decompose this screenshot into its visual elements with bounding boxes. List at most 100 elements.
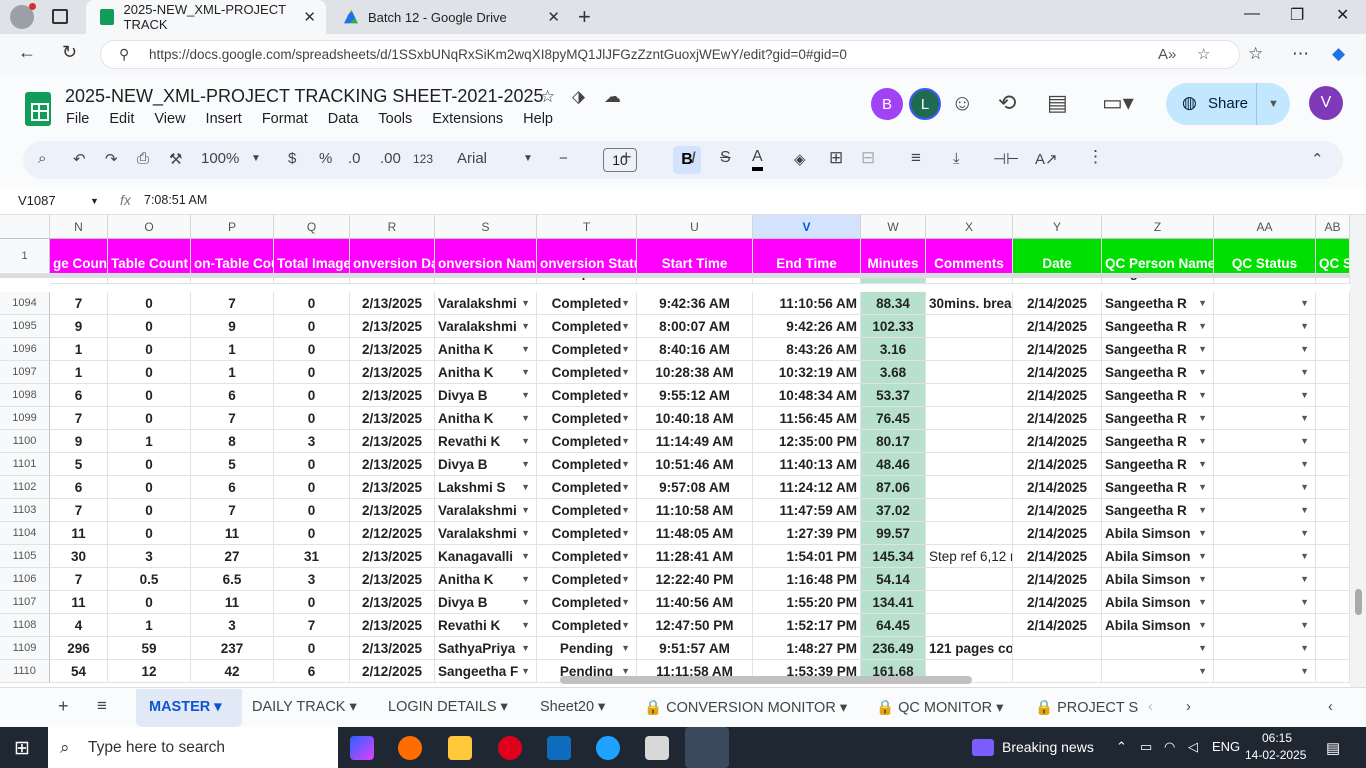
table-cell[interactable]: Revathi K ▼ (435, 614, 537, 637)
cell-dropdown-icon[interactable]: ▼ (1300, 407, 1309, 429)
table-cell[interactable]: 5 (50, 453, 108, 476)
file-explorer-icon[interactable] (448, 736, 472, 760)
favorite-star-icon[interactable]: ☆ (1197, 41, 1210, 68)
table-cell[interactable]: 9:55:12 AM (637, 384, 753, 407)
frozen-row-divider[interactable] (0, 274, 1350, 278)
sheet-tab-project[interactable]: 🔒 PROJECT S (1035, 699, 1138, 716)
table-cell[interactable]: Completed ▼ (537, 430, 637, 453)
table-cell[interactable] (1316, 361, 1350, 384)
table-cell[interactable] (1013, 637, 1102, 660)
site-info-icon[interactable]: ⚲ (119, 41, 129, 68)
table-cell[interactable]: 12:22:40 PM (637, 568, 753, 591)
table-cell[interactable]: Completed ▼ (537, 568, 637, 591)
table-cell[interactable]: 7 (191, 499, 274, 522)
table-cell[interactable]: 0 (108, 384, 191, 407)
table-cell[interactable] (926, 361, 1013, 384)
table-cell[interactable] (926, 614, 1013, 637)
table-cell[interactable]: ▼ (1214, 407, 1316, 430)
table-cell[interactable] (926, 338, 1013, 361)
table-cell[interactable]: Pending ▼ (537, 637, 637, 660)
fill-color-icon[interactable]: ◈ (794, 150, 806, 168)
formula-input[interactable]: 7:08:51 AM (144, 193, 207, 207)
cell-dropdown-icon[interactable]: ▼ (1198, 637, 1207, 659)
close-window-icon[interactable]: ✕ (1336, 5, 1349, 25)
table-cell[interactable]: 0 (274, 453, 350, 476)
cell-dropdown-icon[interactable]: ▼ (521, 292, 530, 314)
column-header-s[interactable]: S (435, 215, 537, 239)
table-cell[interactable]: ▼ (1214, 476, 1316, 499)
cell-dropdown-icon[interactable]: ▼ (521, 614, 530, 636)
table-cell[interactable]: 2/13/2025 (350, 407, 435, 430)
table-cell[interactable]: 2/14/2025 (1013, 453, 1102, 476)
cell-dropdown-icon[interactable]: ▼ (1300, 568, 1309, 590)
cell-dropdown-icon[interactable]: ▼ (521, 637, 530, 659)
cloud-status-icon[interactable]: ☁ (604, 87, 621, 107)
name-box-dropdown-icon[interactable]: ▼ (90, 196, 99, 206)
row-header[interactable]: 1095 (0, 315, 50, 338)
decrease-decimal-button[interactable]: .0 (348, 150, 361, 167)
cell-dropdown-icon[interactable]: ▼ (1300, 315, 1309, 337)
table-cell[interactable]: 2/13/2025 (350, 591, 435, 614)
horizontal-scroll-thumb[interactable] (560, 676, 972, 684)
comments-icon[interactable]: ▤ (1047, 90, 1068, 116)
table-cell[interactable] (1316, 384, 1350, 407)
explore-collapse-icon[interactable]: ‹ (1328, 699, 1333, 715)
sheet-tab-sheet20[interactable]: Sheet20 ▾ (540, 699, 605, 715)
table-cell[interactable]: Sangeetha F ▼ (435, 660, 537, 683)
new-tab-icon[interactable]: + (578, 4, 591, 30)
table-cell[interactable] (1316, 591, 1350, 614)
profile-icon[interactable] (10, 3, 36, 29)
column-header-u[interactable]: U (637, 215, 753, 239)
row-header[interactable]: 1096 (0, 338, 50, 361)
cell-dropdown-icon[interactable]: ▼ (1300, 430, 1309, 452)
table-cell[interactable]: 1:52:17 PM (753, 614, 861, 637)
table-cell[interactable]: 11:10:58 AM (637, 499, 753, 522)
cell-dropdown-icon[interactable]: ▼ (621, 522, 630, 544)
table-cell[interactable]: 0 (274, 315, 350, 338)
table-cell[interactable]: 12:47:50 PM (637, 614, 753, 637)
table-cell[interactable]: ▼ (1214, 660, 1316, 683)
table-cell[interactable]: 0.5 (108, 568, 191, 591)
table-cell[interactable]: 9:51:57 AM (637, 637, 753, 660)
table-cell[interactable]: 2/13/2025 (350, 292, 435, 315)
table-cell[interactable]: 11:28:41 AM (637, 545, 753, 568)
cell-dropdown-icon[interactable]: ▼ (1198, 338, 1207, 360)
vertical-align-icon[interactable]: ⤓ (953, 150, 960, 167)
table-cell[interactable]: 121 pages co (926, 637, 1013, 660)
more-formats-button[interactable]: 123 (413, 152, 433, 166)
table-cell[interactable]: 6 (50, 476, 108, 499)
table-cell[interactable]: 134.41 (861, 591, 926, 614)
zoom-dropdown-icon[interactable]: ▼ (251, 153, 261, 164)
cell-dropdown-icon[interactable]: ▼ (1198, 660, 1207, 682)
table-cell[interactable]: 0 (108, 338, 191, 361)
table-cell[interactable]: 2/14/2025 (1013, 476, 1102, 499)
cell-dropdown-icon[interactable]: ▼ (521, 453, 530, 475)
cell-dropdown-icon[interactable]: ▼ (1300, 476, 1309, 498)
menu-data[interactable]: Data (328, 111, 359, 127)
table-cell[interactable]: 3.68 (861, 361, 926, 384)
table-cell[interactable]: 10:28:38 AM (637, 361, 753, 384)
table-cell[interactable]: Completed ▼ (537, 361, 637, 384)
table-cell[interactable]: 1:48:27 PM (753, 637, 861, 660)
url-field[interactable]: ⚲ https://docs.google.com/spreadsheets/d… (100, 40, 1240, 69)
cell-dropdown-icon[interactable]: ▼ (521, 568, 530, 590)
table-cell[interactable]: 8 (191, 430, 274, 453)
table-cell[interactable]: Varalakshmi ▼ (435, 315, 537, 338)
table-cell[interactable]: 9 (50, 315, 108, 338)
table-cell[interactable]: 1:54:01 PM (753, 545, 861, 568)
table-cell[interactable]: 11 (191, 591, 274, 614)
cell-dropdown-icon[interactable]: ▼ (621, 568, 630, 590)
table-cell[interactable] (1316, 660, 1350, 683)
cell-dropdown-icon[interactable]: ▼ (1198, 568, 1207, 590)
news-icon[interactable] (972, 739, 994, 756)
table-cell[interactable]: 2/14/2025 (1013, 614, 1102, 637)
row-header[interactable]: 1105 (0, 545, 50, 568)
table-cell[interactable]: 2/14/2025 (1013, 522, 1102, 545)
table-cell[interactable]: Completed ▼ (537, 338, 637, 361)
close-tab-icon[interactable]: ✕ (547, 8, 560, 26)
table-cell[interactable]: 8:43:26 AM (753, 338, 861, 361)
edge-icon[interactable] (596, 736, 620, 760)
table-cell[interactable]: 6 (274, 660, 350, 683)
read-aloud-icon[interactable]: A» (1158, 41, 1176, 68)
column-header-v[interactable]: V (753, 215, 861, 239)
